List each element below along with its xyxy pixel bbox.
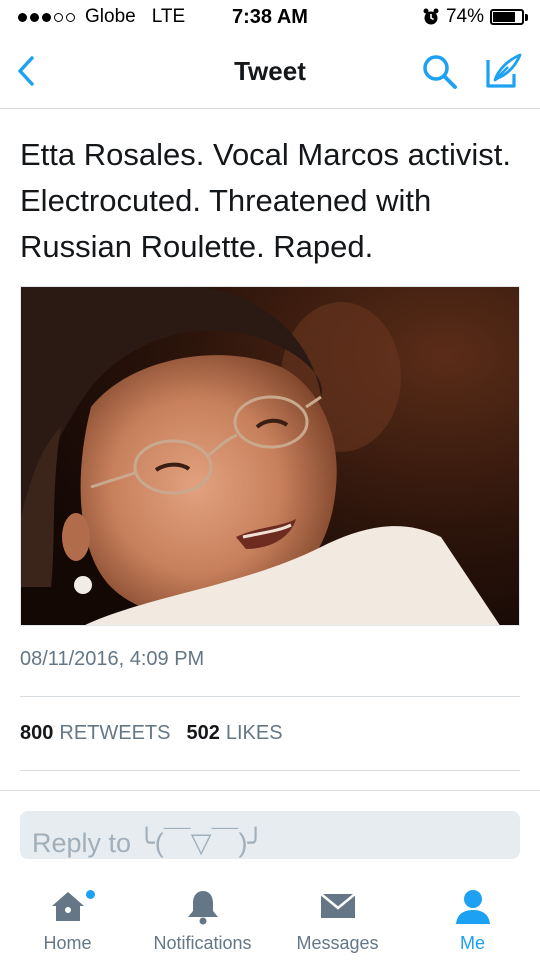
tab-home-label: Home — [43, 933, 92, 953]
nav-bar: Tweet — [0, 36, 540, 109]
tweet-text: Etta Rosales. Vocal Marcos activist. Ele… — [20, 137, 512, 264]
home-icon — [51, 892, 84, 921]
compose-icon[interactable] — [482, 50, 524, 92]
status-bar: Globe LTE 7:38 AM 74% — [0, 0, 540, 36]
tab-messages-label: Messages — [296, 933, 379, 953]
alarm-icon — [423, 8, 439, 25]
photo-woman-glasses — [21, 287, 519, 625]
search-icon[interactable] — [420, 52, 460, 92]
tweet-timestamp: 08/11/2016, 4:09 PM — [20, 648, 205, 670]
tab-bar: Home Notifications Messages Me — [0, 872, 540, 960]
likes-label[interactable]: LIKES — [226, 722, 283, 745]
retweets-label[interactable]: RETWEETS — [59, 722, 170, 745]
tab-me[interactable]: Me — [405, 872, 540, 960]
status-right: 74% — [422, 6, 528, 28]
likes-count[interactable]: 502 — [187, 722, 220, 745]
bell-icon — [187, 891, 218, 925]
tab-home[interactable]: Home — [0, 872, 135, 960]
reply-input[interactable]: Reply to ╰(￣▽￣)╯ — [20, 811, 520, 859]
retweets-count[interactable]: 800 — [20, 722, 53, 745]
divider — [20, 696, 520, 697]
envelope-icon — [319, 893, 356, 918]
tweet-photo[interactable] — [20, 286, 520, 626]
battery-icon — [490, 9, 524, 25]
reply-placeholder: Reply to ╰(￣▽￣)╯ — [32, 828, 264, 858]
tab-notifications-label: Notifications — [153, 933, 252, 953]
unread-dot — [86, 890, 95, 899]
tab-me-label: Me — [459, 933, 485, 953]
tab-notifications[interactable]: Notifications — [135, 872, 270, 960]
person-icon — [455, 890, 490, 924]
battery-percent: 74% — [445, 6, 484, 27]
divider — [0, 790, 540, 791]
tweet-stats: 800 RETWEETS 502 LIKES — [20, 722, 299, 745]
tab-messages[interactable]: Messages — [270, 872, 405, 960]
divider — [20, 770, 520, 771]
